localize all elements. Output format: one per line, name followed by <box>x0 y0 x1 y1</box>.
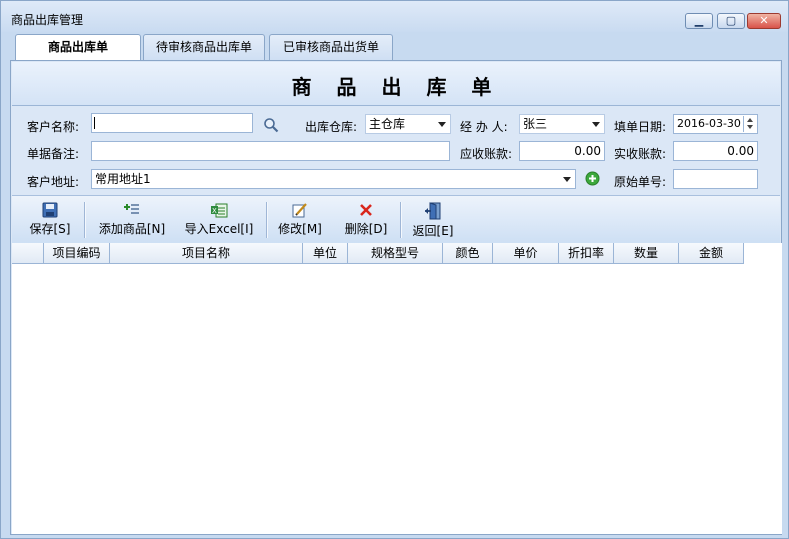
maximize-icon: ▢ <box>725 14 737 27</box>
column-header[interactable]: 单位 <box>303 243 348 264</box>
handler-label: 经 办 人: <box>460 120 508 134</box>
chevron-down-icon <box>592 122 600 127</box>
svg-text:X: X <box>212 207 217 215</box>
title-bar: 商品出库管理 ▁ ▢ ✕ <box>1 1 788 32</box>
minimize-button[interactable]: ▁ <box>685 13 713 29</box>
edit-icon <box>292 203 307 218</box>
app-window: 商品出库管理 ▁ ▢ ✕ 商品出库单 待审核商品出库单 已审核商品出货单 商 品… <box>0 0 789 539</box>
received-label: 实收账款: <box>614 147 667 161</box>
address-select[interactable]: 常用地址1 <box>91 169 576 189</box>
customer-name-input[interactable] <box>91 113 253 133</box>
delete-button[interactable]: 删除[D] <box>340 200 392 240</box>
date-spinner[interactable] <box>743 116 756 132</box>
row-indicator-header <box>12 243 44 264</box>
add-product-button[interactable]: 添加商品[N] <box>92 200 172 240</box>
address-label: 客户地址: <box>27 175 80 189</box>
add-product-icon <box>124 204 139 214</box>
column-header[interactable]: 金额 <box>679 243 744 264</box>
column-header[interactable]: 数量 <box>614 243 679 264</box>
toolbar-divider <box>400 202 402 238</box>
customer-name-label: 客户名称: <box>27 120 80 134</box>
tab-reviewed[interactable]: 已审核商品出货单 <box>269 34 393 60</box>
original-no-input[interactable] <box>673 169 758 189</box>
toolbar-divider <box>266 202 268 238</box>
close-button[interactable]: ✕ <box>747 13 781 29</box>
close-icon: ✕ <box>759 14 769 27</box>
search-icon[interactable] <box>263 117 279 133</box>
column-header[interactable]: 颜色 <box>443 243 493 264</box>
handler-select[interactable]: 张三 <box>519 114 605 134</box>
text-caret <box>94 117 95 129</box>
remark-input[interactable] <box>91 141 450 161</box>
chevron-down-icon <box>438 122 446 127</box>
delete-icon <box>360 204 372 216</box>
toolbar-divider <box>84 202 86 238</box>
save-icon <box>42 202 58 218</box>
warehouse-select[interactable]: 主仓库 <box>365 114 451 134</box>
exit-door-icon <box>425 202 441 220</box>
save-button[interactable]: 保存[S] <box>22 200 78 240</box>
maximize-button[interactable]: ▢ <box>717 13 745 29</box>
warehouse-label: 出库仓库: <box>305 120 358 134</box>
original-no-label: 原始单号: <box>614 175 667 189</box>
minimize-icon: ▁ <box>694 14 704 27</box>
form-heading: 商 品 出 库 单 <box>291 75 501 99</box>
order-panel: 商 品 出 库 单 客户名称: 出库仓库: 主仓库 经 办 人: 张三 填单日期… <box>10 60 782 535</box>
receivable-input[interactable]: 0.00 <box>519 141 605 161</box>
tab-pending-review[interactable]: 待审核商品出库单 <box>143 34 265 60</box>
column-header[interactable]: 项目名称 <box>110 243 303 264</box>
add-circle-icon[interactable] <box>585 171 600 186</box>
column-header[interactable]: 项目编码 <box>44 243 110 264</box>
spinner-down-icon <box>747 125 753 129</box>
receivable-label: 应收账款: <box>460 147 513 161</box>
remark-label: 单据备注: <box>27 147 80 161</box>
modify-button[interactable]: 修改[M] <box>274 200 326 240</box>
back-button[interactable]: 返回[E] <box>408 200 458 240</box>
excel-import-icon: X <box>211 203 228 218</box>
action-toolbar: 保存[S] 添加商品[N] X 导入Excel[I] 修改[M] 删除[D] 返… <box>12 195 780 245</box>
fill-date-picker[interactable]: 2016-03-30 <box>673 114 758 134</box>
import-excel-button[interactable]: X 导入Excel[I] <box>180 200 258 240</box>
received-input[interactable]: 0.00 <box>673 141 758 161</box>
product-grid[interactable]: 项目编码 项目名称 单位 规格型号 颜色 单价 折扣率 数量 金额 <box>12 243 782 534</box>
fill-date-label: 填单日期: <box>614 120 667 134</box>
spinner-up-icon <box>747 118 753 122</box>
column-header[interactable]: 折扣率 <box>559 243 614 264</box>
column-header[interactable]: 单价 <box>493 243 559 264</box>
form-header: 商 品 出 库 单 <box>12 62 780 106</box>
tab-outbound-order[interactable]: 商品出库单 <box>15 34 141 61</box>
column-header[interactable]: 规格型号 <box>348 243 443 264</box>
window-title: 商品出库管理 <box>11 13 84 27</box>
chevron-down-icon <box>563 177 571 182</box>
